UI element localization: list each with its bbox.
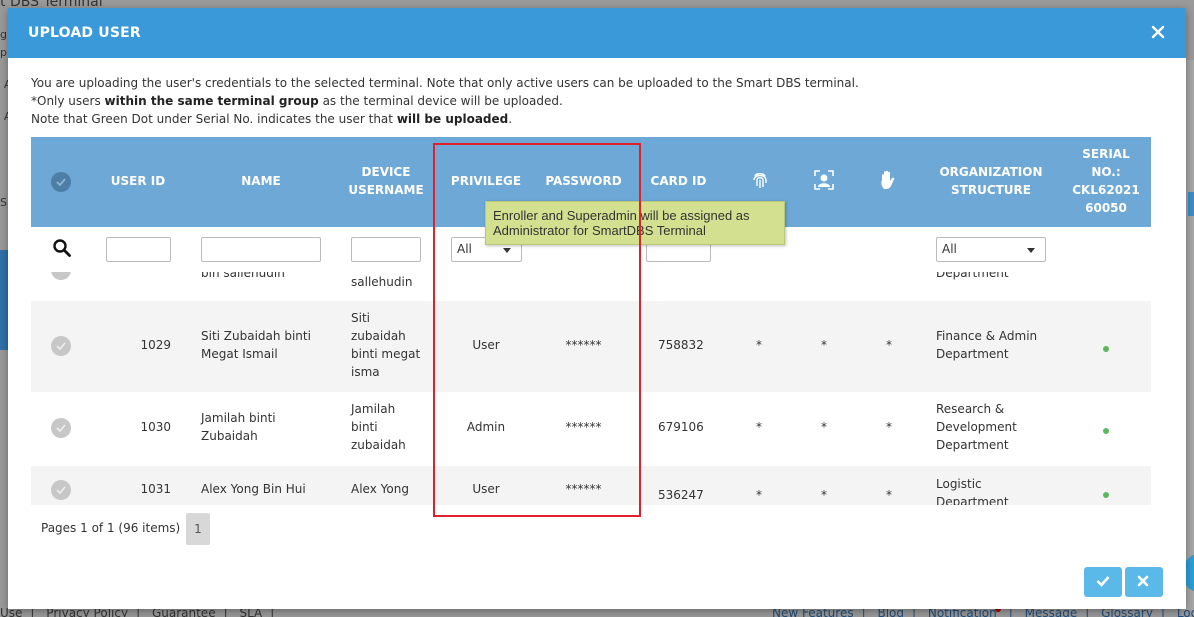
close-button[interactable] (1148, 21, 1168, 43)
intro-line-1: You are uploading the user's credentials… (31, 76, 859, 90)
row-privilege: User (472, 482, 500, 496)
row-checkbox[interactable] (51, 336, 71, 356)
header-device-username[interactable]: DEVICE USERNAME (346, 163, 426, 199)
upload-status-dot (1103, 492, 1109, 498)
row-password: ****** (565, 338, 602, 352)
row-fingerprint: * (756, 338, 762, 352)
row-organization: Logistic Department (936, 477, 1009, 505)
table-row: 1030 Jamilah binti Zubaidah Jamilah binti z… (31, 392, 1151, 466)
search-icon[interactable] (53, 239, 71, 257)
modal-header: UPLOAD USER (8, 8, 1186, 58)
row-name: Siti Zubaidah binti Megat Ismail (201, 329, 311, 361)
row-face: * (821, 488, 827, 502)
row-fingerprint: * (756, 420, 762, 434)
header-name[interactable]: NAME (221, 172, 301, 190)
filter-name-input[interactable] (201, 237, 321, 262)
face-icon (814, 170, 834, 190)
table-row: 1029 Siti Zubaidah binti Megat Ismail Sit… (31, 301, 1151, 392)
upload-status-dot (1103, 346, 1109, 352)
row-palm: * (886, 420, 892, 434)
header-card-id[interactable]: CARD ID (641, 172, 716, 190)
header-palm (877, 170, 899, 195)
table-row: 1031 Alex Yong Bin Hui Alex Yong User **… (31, 466, 1151, 505)
select-all-checkbox[interactable] (51, 172, 71, 192)
row-device-username: Alex Yong (351, 482, 409, 496)
modal-title: UPLOAD USER (28, 25, 141, 41)
header-password[interactable]: PASSWORD (541, 172, 626, 190)
row-checkbox[interactable] (51, 418, 71, 438)
filter-organization-select[interactable]: All (936, 237, 1046, 262)
row-palm: * (886, 338, 892, 352)
row-privilege: Admin (466, 420, 506, 434)
check-icon (56, 424, 66, 432)
row-organization: Department (936, 272, 1009, 280)
upload-status-dot (1103, 428, 1109, 434)
row-face: * (821, 338, 827, 352)
intro-line-2: *Only users within the same terminal gro… (31, 94, 563, 108)
palm-icon (881, 170, 895, 189)
row-organization: Research & Development Department (936, 402, 1017, 452)
row-device-username: Jamilah binti zubaidah (351, 402, 406, 452)
header-serial-no[interactable]: SERIAL NO.: CKL62021 60050 (1071, 145, 1141, 217)
row-card-id: 536247 (658, 488, 704, 502)
background-strip (1186, 60, 1194, 610)
row-name: Jamilah binti Zubaidah (201, 411, 276, 443)
row-card-id: 679106 (658, 420, 704, 434)
intro-text: You are uploading the user's credentials… (31, 74, 859, 128)
confirm-button[interactable] (1084, 567, 1122, 597)
row-face: * (821, 420, 827, 434)
filter-user-id-input[interactable] (106, 237, 171, 262)
chevron-down-icon (1027, 248, 1035, 253)
pagination-info: Pages 1 of 1 (96 items) (41, 521, 181, 535)
row-password: ****** (565, 420, 602, 434)
check-icon (56, 486, 66, 494)
close-icon (1151, 25, 1165, 39)
header-fingerprint (749, 170, 771, 195)
header-organization-structure[interactable]: ORGANIZATION STRUCTURE (936, 163, 1046, 199)
page-button-1[interactable]: 1 (186, 513, 210, 545)
privilege-tooltip: Enroller and Superadmin will be assigned… (485, 201, 785, 245)
filter-device-username-input[interactable] (351, 237, 421, 262)
header-privilege[interactable]: PRIVILEGE (446, 172, 526, 190)
background-band (0, 250, 8, 350)
intro-line-3: Note that Green Dot under Serial No. ind… (31, 112, 513, 126)
row-user-id: 1029 (140, 338, 171, 352)
header-user-id[interactable]: USER ID (101, 172, 175, 190)
upload-user-modal: UPLOAD USER You are uploading the user's… (8, 8, 1186, 609)
table-row: bin sallehudin sallehudin Department (31, 272, 1151, 301)
cancel-button[interactable] (1125, 567, 1163, 597)
table-body: bin sallehudin sallehudin Department 102… (31, 272, 1151, 505)
check-icon (56, 178, 66, 186)
row-user-id: 1030 (140, 420, 171, 434)
row-organization: Finance & Admin Department (936, 329, 1038, 361)
fingerprint-icon (753, 173, 767, 188)
row-palm: * (886, 488, 892, 502)
users-table: USER ID NAME DEVICE USERNAME PRIVILEGE P… (31, 137, 1151, 557)
row-checkbox[interactable] (51, 480, 71, 500)
pagination: Pages 1 of 1 (96 items) 1 (31, 505, 1151, 557)
row-device-username: sallehudin (351, 275, 413, 289)
row-device-username: Siti zubaidah binti megat isma (351, 311, 421, 379)
background-chip (1188, 192, 1194, 216)
row-password: ****** (565, 482, 602, 496)
check-icon (56, 342, 66, 350)
row-user-id: 1031 (140, 482, 171, 496)
row-fingerprint: * (756, 488, 762, 502)
row-privilege: User (472, 338, 500, 352)
check-icon (1096, 576, 1110, 587)
row-checkbox[interactable] (51, 272, 71, 280)
row-name: Alex Yong Bin Hui (201, 482, 306, 496)
chevron-down-icon (503, 248, 511, 253)
row-card-id: 758832 (658, 338, 704, 352)
header-face (813, 170, 835, 195)
x-icon (1137, 575, 1149, 587)
row-name: bin sallehudin (201, 272, 285, 280)
